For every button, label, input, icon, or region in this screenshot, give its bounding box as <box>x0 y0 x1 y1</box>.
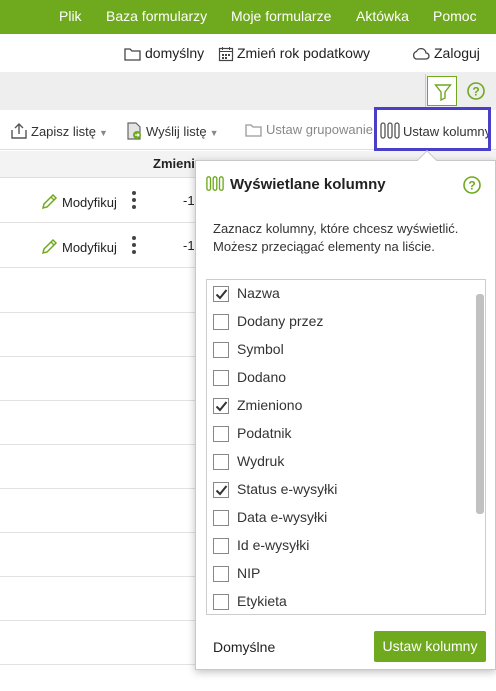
checkbox[interactable] <box>213 454 229 470</box>
apply-columns-button[interactable]: Ustaw kolumny <box>374 631 486 662</box>
grouping-folder-icon <box>245 124 262 137</box>
cloud-icon <box>412 47 430 60</box>
filter-bar <box>0 72 496 110</box>
set-grouping-button[interactable]: Ustaw grupowanie <box>245 122 373 138</box>
column-option[interactable]: Data e-wysyłki <box>213 504 473 532</box>
set-grouping-label: Ustaw grupowanie <box>266 122 373 137</box>
modify-label: Modyfikuj <box>62 195 117 210</box>
column-option-label: Dodano <box>237 369 287 385</box>
checkbox[interactable] <box>213 398 229 414</box>
checkbox[interactable] <box>213 314 229 330</box>
column-option-label: NIP <box>237 565 261 581</box>
change-tax-year-button[interactable]: Zmień rok podatkowy <box>218 42 370 64</box>
tax-year-label: Zmień rok podatkowy <box>237 45 371 61</box>
main-menu-bar: Plik Baza formularzy Moje formularze Akt… <box>0 0 496 34</box>
modify-button[interactable]: Modyfikuj <box>40 193 117 211</box>
checkmark-icon <box>215 289 228 300</box>
checkbox[interactable] <box>213 342 229 358</box>
column-option-label: Etykieta <box>237 593 287 609</box>
filter-icon <box>434 84 452 101</box>
column-option[interactable]: Symbol <box>213 336 473 364</box>
checkbox[interactable] <box>213 482 229 498</box>
column-option[interactable]: Dodany przez <box>213 308 473 336</box>
column-option-label: Nazwa <box>237 285 280 301</box>
save-list-button[interactable]: Zapisz listę ▼ <box>10 122 108 140</box>
column-header-changed[interactable]: Zmieni <box>153 156 195 171</box>
column-option-label: Wydruk <box>237 453 285 469</box>
column-option-label: Zmieniono <box>237 397 303 413</box>
column-option-label: Data e-wysyłki <box>237 509 328 525</box>
checkbox[interactable] <box>213 510 229 526</box>
folder-label: domyślny <box>145 45 205 61</box>
folder-icon <box>124 48 141 61</box>
defaults-button[interactable]: Domyślne <box>213 639 275 655</box>
column-option-label: Status e-wysyłki <box>237 481 338 497</box>
more-options-icon[interactable] <box>131 191 137 211</box>
checkmark-icon <box>215 485 228 496</box>
help-icon[interactable]: ? <box>466 81 486 101</box>
column-option[interactable]: Podatnik <box>213 420 473 448</box>
filter-button[interactable] <box>427 76 457 106</box>
menu-item-briefcase[interactable]: Aktówka <box>356 0 409 34</box>
send-list-button[interactable]: Wyślij listę ▼ <box>125 122 218 140</box>
chevron-down-icon: ▼ <box>209 128 219 138</box>
column-option-label: Symbol <box>237 341 284 357</box>
chevron-down-icon: ▼ <box>99 128 108 138</box>
more-options-icon[interactable] <box>131 236 137 256</box>
highlight-frame <box>374 107 491 151</box>
send-list-label: Wyślij listę <box>146 124 207 139</box>
column-option-label: Id e-wysyłki <box>237 537 310 553</box>
menu-item-my-forms[interactable]: Moje formularze <box>231 0 331 34</box>
svg-text:?: ? <box>468 179 475 193</box>
checkbox[interactable] <box>213 370 229 386</box>
help-icon[interactable]: ? <box>462 175 482 195</box>
column-option[interactable]: Etykieta <box>213 588 473 614</box>
column-option-label: Podatnik <box>237 425 292 441</box>
column-option[interactable]: NIP <box>213 560 473 588</box>
column-option[interactable]: Status e-wysyłki <box>213 476 473 504</box>
checkmark-icon <box>215 401 228 412</box>
checkbox[interactable] <box>213 594 229 610</box>
send-document-icon <box>127 122 141 140</box>
column-option-label: Dodany przez <box>237 313 324 329</box>
menu-item-file[interactable]: Plik <box>59 0 82 34</box>
pencil-icon <box>41 238 58 255</box>
columns-popup: Wyświetlane kolumny ? Zaznacz kolumny, k… <box>195 150 496 670</box>
folder-selector[interactable]: domyślny <box>124 42 204 64</box>
checkbox[interactable] <box>213 538 229 554</box>
context-bar: domyślny Zmień rok podatkowy Zaloguj <box>0 34 496 72</box>
checkbox[interactable] <box>213 286 229 302</box>
scrollbar[interactable] <box>476 294 484 514</box>
login-label: Zaloguj <box>434 45 480 61</box>
popup-title-text: Wyświetlane kolumny <box>230 176 386 193</box>
column-option[interactable]: Zmieniono <box>213 392 473 420</box>
svg-text:?: ? <box>472 85 479 99</box>
login-button[interactable]: Zaloguj <box>411 42 480 64</box>
modify-label: Modyfikuj <box>62 240 117 255</box>
columns-list[interactable]: Etykieta NIP Id e-wysyłki Data e-wysyłki Sta… <box>206 279 486 615</box>
pencil-icon <box>41 193 58 210</box>
checkbox[interactable] <box>213 566 229 582</box>
modify-button[interactable]: Modyfikuj <box>40 238 117 256</box>
save-upload-icon <box>11 123 27 139</box>
column-option[interactable]: Dodano <box>213 364 473 392</box>
column-option[interactable]: Id e-wysyłki <box>213 532 473 560</box>
menu-item-help[interactable]: Pomoc <box>433 0 477 34</box>
column-option[interactable]: Wydruk <box>213 448 473 476</box>
calendar-icon <box>218 47 234 62</box>
columns-icon <box>206 176 224 191</box>
popup-title: Wyświetlane kolumny <box>206 175 386 193</box>
save-list-label: Zapisz listę <box>31 124 97 139</box>
popup-description: Zaznacz kolumny, które chcesz wyświetlić… <box>213 221 459 254</box>
checkbox[interactable] <box>213 426 229 442</box>
menu-item-form-database[interactable]: Baza formularzy <box>106 0 207 34</box>
column-option[interactable]: Nazwa <box>213 280 473 308</box>
divider <box>425 74 426 108</box>
